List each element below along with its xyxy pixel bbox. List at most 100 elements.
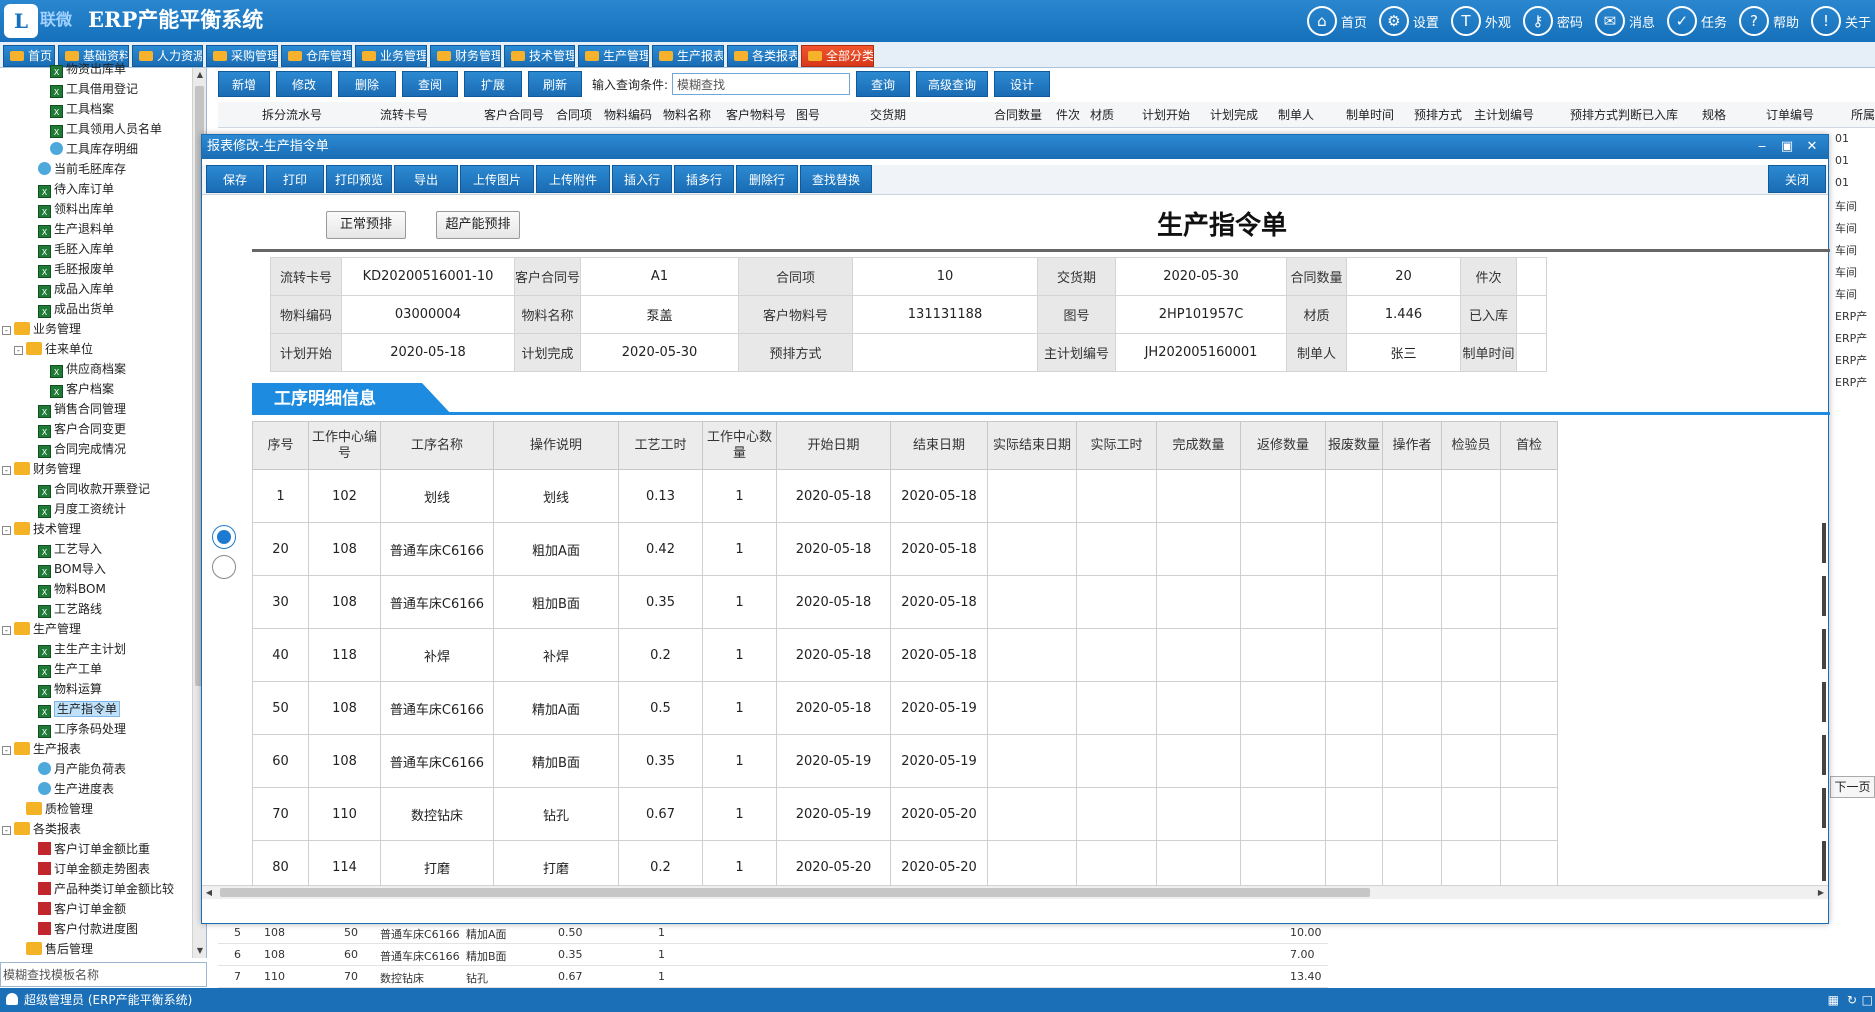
grid-cell[interactable]: [1076, 575, 1157, 629]
grid-cell[interactable]: 粗加A面: [493, 522, 619, 576]
grid-cell[interactable]: [1156, 734, 1241, 788]
sidebar-item[interactable]: X 客户合同变更: [0, 419, 190, 439]
sidebar-item[interactable]: - 生产报表: [0, 739, 190, 759]
field-value[interactable]: 泵盖: [580, 295, 740, 334]
grid-cell[interactable]: [1240, 469, 1326, 523]
list-column-header[interactable]: 所属: [1851, 106, 1875, 123]
sidebar-item[interactable]: X 主生产主计划: [0, 639, 190, 659]
grid-cell[interactable]: 0.42: [618, 522, 703, 576]
grid-cell[interactable]: [1325, 734, 1383, 788]
grid-cell[interactable]: [1441, 522, 1501, 576]
grid-cell[interactable]: 1: [702, 469, 777, 523]
grid-cell[interactable]: [987, 681, 1077, 735]
grid-cell[interactable]: [1500, 522, 1558, 576]
sidebar-item[interactable]: 订单金额走势图表: [0, 859, 190, 879]
grid-cell[interactable]: 0.5: [618, 681, 703, 735]
sidebar-item[interactable]: 质检管理: [0, 799, 190, 819]
sidebar-item[interactable]: - 财务管理: [0, 459, 190, 479]
sidebar-item[interactable]: X 工艺导入: [0, 539, 190, 559]
list-button-2[interactable]: 删除: [338, 71, 396, 97]
window-icon[interactable]: □: [1862, 988, 1873, 1012]
grid-cell[interactable]: [1156, 469, 1241, 523]
list-column-header[interactable]: 预排方式判断: [1570, 106, 1642, 123]
grid-row[interactable]: 70 110 数控钻床 钻孔 0.67 1 2020-05-19 2020-05-20: [252, 787, 1558, 841]
grid-cell[interactable]: 2020-05-18: [890, 628, 988, 682]
grid-cell[interactable]: [1240, 522, 1326, 576]
grid-cell[interactable]: 2020-05-18: [776, 681, 891, 735]
grid-row[interactable]: 80 114 打磨 打磨 0.2 1 2020-05-20 2020-05-20: [252, 840, 1558, 885]
grid-column-header[interactable]: 返修数量: [1240, 421, 1326, 470]
refresh-icon[interactable]: ↻: [1847, 988, 1857, 1012]
grid-cell[interactable]: [1382, 628, 1442, 682]
module-tab-6[interactable]: 财务管理: [430, 45, 501, 67]
grid-cell[interactable]: 1: [702, 787, 777, 841]
grid-cell[interactable]: [1441, 681, 1501, 735]
field-value[interactable]: A1: [580, 257, 740, 296]
list-column-header[interactable]: 预排方式: [1414, 106, 1462, 123]
grid-cell[interactable]: 普通车床C6166: [380, 734, 494, 788]
grid-row[interactable]: 40 118 补焊 补焊 0.2 1 2020-05-18 2020-05-18: [252, 628, 1558, 682]
dialog-tool-button-9[interactable]: 查找替换: [800, 165, 872, 193]
grid-cell[interactable]: [1240, 628, 1326, 682]
list-column-header[interactable]: 合同项: [556, 106, 592, 123]
grid-cell[interactable]: 0.13: [618, 469, 703, 523]
query-button-0[interactable]: 查询: [856, 71, 911, 97]
sidebar-item[interactable]: X 物料运算: [0, 679, 190, 699]
grid-column-header[interactable]: 首检: [1500, 421, 1558, 470]
grid-cell[interactable]: [987, 840, 1077, 885]
grid-cell[interactable]: [1441, 469, 1501, 523]
list-button-1[interactable]: 修改: [276, 71, 332, 97]
grid-cell[interactable]: [1441, 787, 1501, 841]
grid-cell[interactable]: [1500, 681, 1558, 735]
topnav-help[interactable]: ? 帮助: [1738, 3, 1799, 39]
grid-cell[interactable]: [1500, 628, 1558, 682]
grid-cell[interactable]: 1: [702, 734, 777, 788]
grid-cell[interactable]: [1325, 840, 1383, 885]
sidebar-item[interactable]: 客户订单金额: [0, 899, 190, 919]
grid-cell[interactable]: 精加B面: [493, 734, 619, 788]
sidebar-item[interactable]: X 工具借用登记: [0, 79, 190, 99]
dialog-tool-button-5[interactable]: 上传附件: [536, 165, 610, 193]
grid-cell[interactable]: 0.2: [618, 840, 703, 885]
sidebar-item[interactable]: 月产能负荷表: [0, 759, 190, 779]
grid-cell[interactable]: [1325, 628, 1383, 682]
scroll-down-icon[interactable]: ▼: [193, 944, 207, 958]
grid-cell[interactable]: 2020-05-18: [776, 628, 891, 682]
grid-cell[interactable]: 普通车床C6166: [380, 681, 494, 735]
grid-cell[interactable]: [987, 787, 1077, 841]
grid-cell[interactable]: 粗加B面: [493, 575, 619, 629]
sidebar-item[interactable]: X BOM导入: [0, 559, 190, 579]
collapse-toggle-icon[interactable]: -: [2, 626, 11, 635]
list-button-0[interactable]: 新增: [218, 71, 270, 97]
grid-cell[interactable]: 0.67: [618, 787, 703, 841]
grid-cell[interactable]: [987, 522, 1077, 576]
list-column-header[interactable]: 合同数量: [994, 106, 1042, 123]
collapse-toggle-icon[interactable]: -: [2, 466, 11, 475]
sidebar-item[interactable]: X 领料出库单: [0, 199, 190, 219]
scroll-left-icon[interactable]: ◀: [202, 886, 216, 900]
grid-cell[interactable]: [1441, 840, 1501, 885]
grid-cell[interactable]: 划线: [493, 469, 619, 523]
sidebar-item[interactable]: X 合同完成情况: [0, 439, 190, 459]
sidebar-item[interactable]: X 毛胚报废单: [0, 259, 190, 279]
list-row[interactable]: 7 110 70 数控钻床 钻孔 0.67 1 13.40: [218, 966, 1328, 988]
grid-cell[interactable]: [1325, 469, 1383, 523]
dialog-horizontal-scrollbar[interactable]: ◀ ▶: [202, 885, 1828, 899]
scroll-up-icon[interactable]: ▲: [193, 68, 207, 82]
grid-cell[interactable]: 108: [308, 734, 381, 788]
sidebar-item[interactable]: X 生产退料单: [0, 219, 190, 239]
field-value[interactable]: 2020-05-18: [341, 333, 515, 372]
grid-cell[interactable]: 1: [702, 522, 777, 576]
horizontal-scroll-thumb[interactable]: [220, 888, 1370, 897]
list-column-header[interactable]: 订单编号: [1766, 106, 1814, 123]
grid-row[interactable]: 1 102 划线 划线 0.13 1 2020-05-18 2020-05-18: [252, 469, 1558, 523]
next-page-button[interactable]: 下一页: [1830, 776, 1875, 798]
grid-cell[interactable]: [1500, 734, 1558, 788]
sidebar-item[interactable]: X 工序条码处理: [0, 719, 190, 739]
list-row[interactable]: 5 108 50 普通车床C6166 精加A面 0.50 1 10.00: [218, 922, 1328, 944]
grid-cell[interactable]: 0.2: [618, 628, 703, 682]
module-tab-4[interactable]: 仓库管理: [281, 45, 352, 67]
sidebar-item[interactable]: X 供应商档案: [0, 359, 190, 379]
grid-column-header[interactable]: 实际结束日期: [987, 421, 1077, 470]
grid-cell[interactable]: [1382, 681, 1442, 735]
